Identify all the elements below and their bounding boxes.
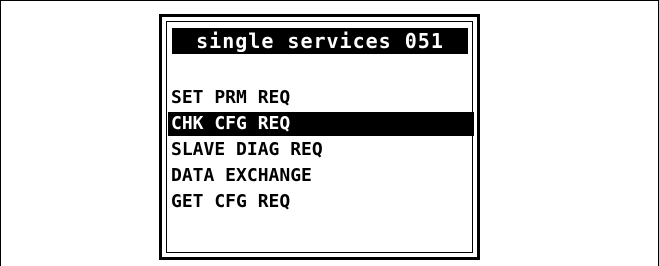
lcd-display: single services 051 SET PRM REQ CHK CFG … [159, 14, 480, 260]
menu-item-set-prm-req[interactable]: SET PRM REQ [168, 86, 474, 110]
lcd-screen: single services 051 SET PRM REQ CHK CFG … [166, 21, 474, 253]
menu-item-chk-cfg-req[interactable]: CHK CFG REQ [168, 112, 474, 136]
page-frame-left-line [0, 0, 1, 266]
menu-item-get-cfg-req[interactable]: GET CFG REQ [168, 190, 474, 214]
page-frame-top-line [0, 0, 659, 1]
menu-item-slave-diag-req[interactable]: SLAVE DIAG REQ [168, 138, 474, 162]
menu-item-data-exchange[interactable]: DATA EXCHANGE [168, 164, 474, 188]
screen-title: single services 051 [172, 28, 468, 54]
service-menu: SET PRM REQ CHK CFG REQ SLAVE DIAG REQ D… [168, 86, 474, 216]
